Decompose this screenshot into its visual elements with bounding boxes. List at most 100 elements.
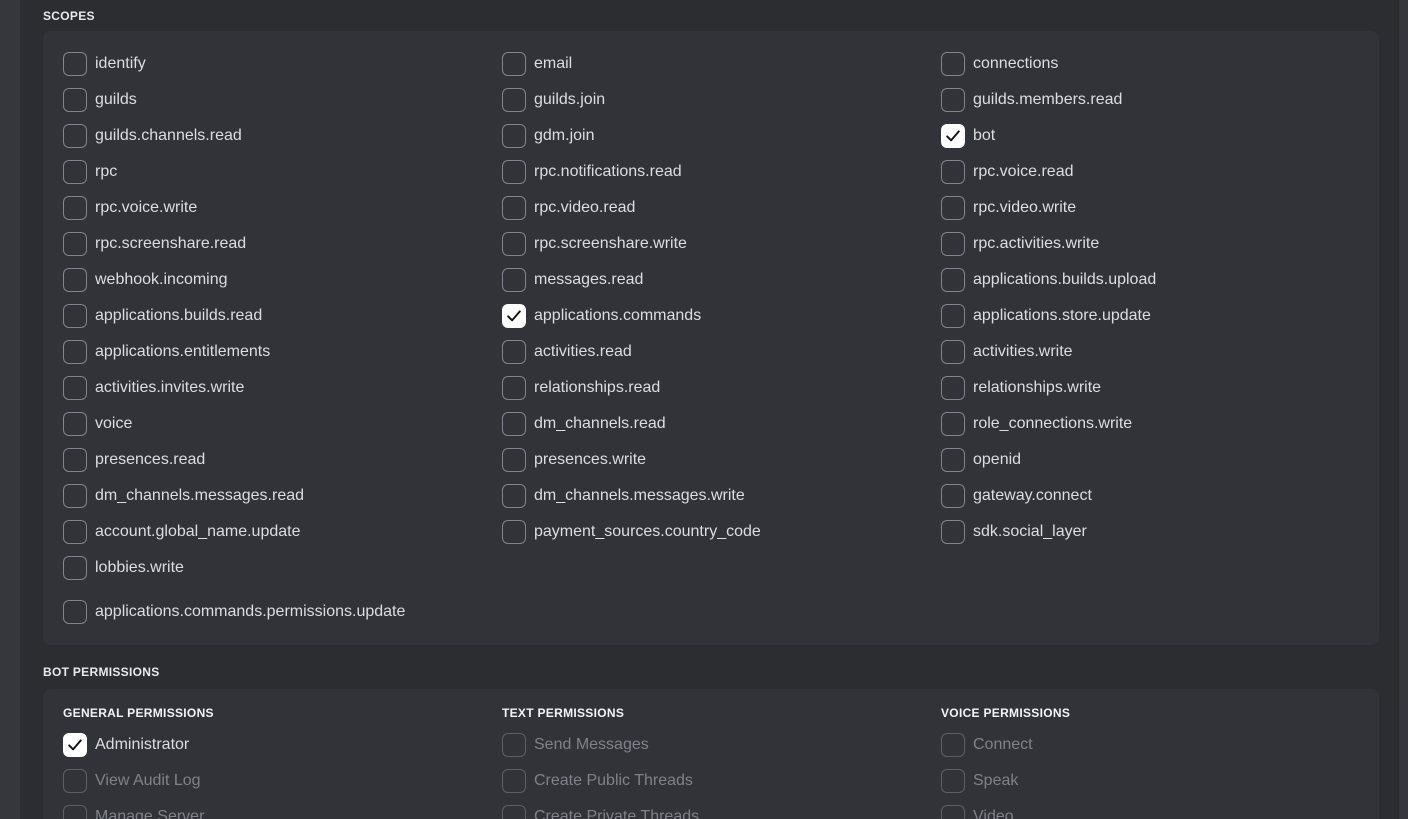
scope-checkbox-row[interactable]: account.global_name.update [63, 520, 502, 544]
checkbox-unchecked[interactable] [63, 484, 87, 508]
scope-checkbox-row[interactable]: role_connections.write [941, 412, 1379, 436]
permission-checkbox-row[interactable]: Speak [941, 769, 1379, 793]
scope-checkbox-row[interactable]: applications.entitlements [63, 340, 502, 364]
checkbox-unchecked[interactable] [63, 160, 87, 184]
checkbox-unchecked[interactable] [63, 304, 87, 328]
scope-checkbox-row[interactable]: messages.read [502, 268, 941, 292]
checkbox-unchecked[interactable] [63, 376, 87, 400]
checkbox-unchecked[interactable] [941, 232, 965, 256]
checkbox-unchecked[interactable] [63, 52, 87, 76]
checkbox-unchecked[interactable] [502, 520, 526, 544]
checkbox-unchecked[interactable] [63, 232, 87, 256]
scope-checkbox-row[interactable]: guilds.members.read [941, 88, 1379, 112]
scope-checkbox-row[interactable]: rpc.voice.write [63, 196, 502, 220]
permission-checkbox-row[interactable]: View Audit Log [63, 769, 502, 793]
checkbox-unchecked[interactable] [63, 805, 87, 819]
checkbox-unchecked[interactable] [941, 376, 965, 400]
scope-checkbox-row[interactable]: applications.commands [502, 304, 941, 328]
checkbox-unchecked[interactable] [502, 412, 526, 436]
scope-checkbox-row[interactable]: rpc.screenshare.write [502, 232, 941, 256]
checkbox-unchecked[interactable] [63, 769, 87, 793]
scope-checkbox-row[interactable]: rpc.notifications.read [502, 160, 941, 184]
scope-checkbox-row[interactable]: dm_channels.messages.write [502, 484, 941, 508]
checkbox-unchecked[interactable] [63, 556, 87, 580]
scope-checkbox-row[interactable]: applications.commands.permissions.update [63, 600, 502, 624]
checkbox-unchecked[interactable] [941, 196, 965, 220]
scope-checkbox-row[interactable]: applications.builds.read [63, 304, 502, 328]
checkbox-checked[interactable] [63, 733, 87, 757]
checkbox-unchecked[interactable] [502, 52, 526, 76]
checkbox-unchecked[interactable] [63, 196, 87, 220]
checkbox-unchecked[interactable] [941, 304, 965, 328]
checkbox-unchecked[interactable] [941, 160, 965, 184]
checkbox-unchecked[interactable] [502, 340, 526, 364]
checkbox-unchecked[interactable] [941, 448, 965, 472]
checkbox-unchecked[interactable] [63, 448, 87, 472]
scope-checkbox-row[interactable]: rpc [63, 160, 502, 184]
checkbox-unchecked[interactable] [502, 88, 526, 112]
scope-checkbox-row[interactable]: rpc.video.read [502, 196, 941, 220]
permission-checkbox-row[interactable]: Video [941, 805, 1379, 819]
checkbox-unchecked[interactable] [941, 52, 965, 76]
permission-checkbox-row[interactable]: Administrator [63, 733, 502, 757]
scope-checkbox-row[interactable]: presences.read [63, 448, 502, 472]
scope-checkbox-row[interactable]: lobbies.write [63, 556, 502, 580]
scope-checkbox-row[interactable]: applications.builds.upload [941, 268, 1379, 292]
checkbox-unchecked[interactable] [502, 376, 526, 400]
checkbox-unchecked[interactable] [502, 124, 526, 148]
checkbox-unchecked[interactable] [63, 88, 87, 112]
checkbox-unchecked[interactable] [502, 733, 526, 757]
permission-checkbox-row[interactable]: Manage Server [63, 805, 502, 819]
scope-checkbox-row[interactable]: activities.write [941, 340, 1379, 364]
scope-checkbox-row[interactable]: relationships.write [941, 376, 1379, 400]
scope-checkbox-row[interactable]: relationships.read [502, 376, 941, 400]
checkbox-unchecked[interactable] [941, 268, 965, 292]
scope-checkbox-row[interactable]: dm_channels.messages.read [63, 484, 502, 508]
scope-checkbox-row[interactable]: rpc.screenshare.read [63, 232, 502, 256]
scope-checkbox-row[interactable]: activities.invites.write [63, 376, 502, 400]
scope-checkbox-row[interactable]: sdk.social_layer [941, 520, 1379, 544]
checkbox-unchecked[interactable] [502, 484, 526, 508]
scope-checkbox-row[interactable]: identify [63, 52, 502, 76]
checkbox-unchecked[interactable] [502, 232, 526, 256]
scope-checkbox-row[interactable]: guilds [63, 88, 502, 112]
scope-checkbox-row[interactable]: bot [941, 124, 1379, 148]
checkbox-unchecked[interactable] [502, 805, 526, 819]
scope-checkbox-row[interactable]: rpc.video.write [941, 196, 1379, 220]
permission-checkbox-row[interactable]: Send Messages [502, 733, 941, 757]
permission-checkbox-row[interactable]: Create Public Threads [502, 769, 941, 793]
scope-checkbox-row[interactable]: voice [63, 412, 502, 436]
checkbox-unchecked[interactable] [502, 769, 526, 793]
checkbox-unchecked[interactable] [941, 412, 965, 436]
scope-checkbox-row[interactable]: presences.write [502, 448, 941, 472]
checkbox-unchecked[interactable] [63, 124, 87, 148]
scope-checkbox-row[interactable]: guilds.channels.read [63, 124, 502, 148]
checkbox-unchecked[interactable] [63, 268, 87, 292]
scope-checkbox-row[interactable]: connections [941, 52, 1379, 76]
scope-checkbox-row[interactable]: activities.read [502, 340, 941, 364]
checkbox-unchecked[interactable] [502, 448, 526, 472]
permission-checkbox-row[interactable]: Connect [941, 733, 1379, 757]
scope-checkbox-row[interactable]: rpc.voice.read [941, 160, 1379, 184]
checkbox-unchecked[interactable] [502, 196, 526, 220]
scope-checkbox-row[interactable]: dm_channels.read [502, 412, 941, 436]
checkbox-unchecked[interactable] [941, 733, 965, 757]
scope-checkbox-row[interactable]: payment_sources.country_code [502, 520, 941, 544]
scope-checkbox-row[interactable]: email [502, 52, 941, 76]
checkbox-unchecked[interactable] [941, 88, 965, 112]
scope-checkbox-row[interactable]: openid [941, 448, 1379, 472]
scope-checkbox-row[interactable]: webhook.incoming [63, 268, 502, 292]
checkbox-unchecked[interactable] [63, 600, 87, 624]
checkbox-unchecked[interactable] [941, 805, 965, 819]
checkbox-unchecked[interactable] [502, 268, 526, 292]
scope-checkbox-row[interactable]: gdm.join [502, 124, 941, 148]
checkbox-unchecked[interactable] [941, 484, 965, 508]
scope-checkbox-row[interactable]: applications.store.update [941, 304, 1379, 328]
checkbox-unchecked[interactable] [502, 160, 526, 184]
checkbox-checked[interactable] [502, 304, 526, 328]
checkbox-unchecked[interactable] [941, 340, 965, 364]
checkbox-unchecked[interactable] [63, 520, 87, 544]
checkbox-unchecked[interactable] [941, 769, 965, 793]
permission-checkbox-row[interactable]: Create Private Threads [502, 805, 941, 819]
checkbox-checked[interactable] [941, 124, 965, 148]
